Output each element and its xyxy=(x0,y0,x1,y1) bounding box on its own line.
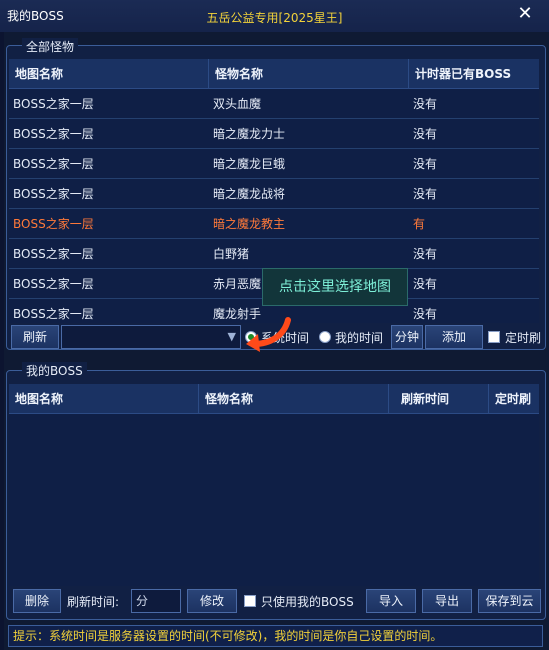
arrow-pointer-icon xyxy=(246,317,291,352)
minute-button[interactable]: 分钟 xyxy=(391,325,423,349)
table-cell-has: 没有 xyxy=(413,157,438,171)
my-time-label[interactable]: 我的时间 xyxy=(335,329,383,346)
timed-refresh-checkbox[interactable] xyxy=(488,331,500,343)
table-cell-monster: 白野猪 xyxy=(213,247,250,261)
table-cell-map: BOSS之家一层 xyxy=(13,97,94,111)
column-header-monster[interactable]: 怪物名称 xyxy=(209,59,409,89)
table-cell-map: BOSS之家一层 xyxy=(13,277,94,291)
only-mine-checkbox[interactable] xyxy=(244,595,256,607)
column-header-has-boss[interactable]: 计时器已有BOSS xyxy=(409,59,539,89)
refresh-button[interactable]: 刷新 xyxy=(11,325,59,349)
table-row[interactable]: BOSS之家一层 暗之魔龙战将 没有 xyxy=(9,179,539,209)
table-cell-has: 没有 xyxy=(413,187,438,201)
refresh-time-label: 刷新时间: xyxy=(67,595,120,609)
table-row[interactable]: BOSS之家一层 双头血魔 没有 xyxy=(9,89,539,119)
title-bar: 我的BOSS 五岳公益专用[2025星王] ✕ xyxy=(0,0,549,32)
add-button[interactable]: 添加 xyxy=(425,325,483,349)
table-cell-monster: 双头血魔 xyxy=(213,97,262,111)
table-cell-map: BOSS之家一层 xyxy=(13,187,94,201)
delete-button[interactable]: 删除 xyxy=(13,589,61,613)
table-cell-has: 没有 xyxy=(413,97,438,111)
column-header-map[interactable]: 地图名称 xyxy=(9,384,199,414)
table-cell-has: 没有 xyxy=(413,307,438,321)
table-cell-map: BOSS之家一层 xyxy=(13,247,94,261)
status-hint: 提示：系统时间是服务器设置的时间(不可修改)，我的时间是你自己设置的时间。 xyxy=(8,625,543,647)
table-row[interactable]: BOSS之家一层 暗之魔龙巨蛾 没有 xyxy=(9,149,539,179)
column-header-map[interactable]: 地图名称 xyxy=(9,59,209,89)
column-header-refresh-time[interactable]: 刷新时间 xyxy=(389,384,489,414)
table-cell-has: 没有 xyxy=(413,277,438,291)
table-row[interactable]: BOSS之家一层 暗之魔龙教主 有 xyxy=(9,209,539,239)
table-cell-map: BOSS之家一层 xyxy=(13,217,94,231)
close-icon[interactable]: ✕ xyxy=(515,3,535,25)
table-header: 地图名称 怪物名称 刷新时间 定时刷 xyxy=(9,384,539,414)
chevron-down-icon: ▼ xyxy=(227,330,236,343)
all-monsters-legend: 全部怪物 xyxy=(22,38,79,55)
save-cloud-button[interactable]: 保存到云 xyxy=(478,589,541,613)
window-title: 五岳公益专用[2025星王] xyxy=(206,11,343,25)
table-header: 地图名称 怪物名称 计时器已有BOSS xyxy=(9,59,539,89)
export-button[interactable]: 导出 xyxy=(422,589,472,613)
map-select[interactable]: ▼ xyxy=(61,325,241,349)
table-row[interactable]: BOSS之家一层 暗之魔龙力士 没有 xyxy=(9,119,539,149)
table-cell-monster: 暗之魔龙巨蛾 xyxy=(213,157,286,171)
timed-refresh-label[interactable]: 定时刷 xyxy=(505,329,541,346)
table-cell-map: BOSS之家一层 xyxy=(13,307,94,321)
my-time-radio[interactable] xyxy=(319,331,331,343)
refresh-minutes-input[interactable]: 分 xyxy=(131,589,181,613)
column-header-timed-refresh[interactable]: 定时刷 xyxy=(489,384,539,414)
table-row[interactable]: BOSS之家一层 白野猪 没有 xyxy=(9,239,539,269)
table-cell-has: 有 xyxy=(413,217,426,231)
table-cell-has: 没有 xyxy=(413,127,438,141)
my-boss-legend: 我的BOSS xyxy=(22,362,87,379)
table-cell-monster: 暗之魔龙教主 xyxy=(213,217,286,231)
modify-button[interactable]: 修改 xyxy=(187,589,237,613)
my-boss-table: 地图名称 怪物名称 刷新时间 定时刷 xyxy=(9,384,539,586)
table-cell-has: 没有 xyxy=(413,247,438,261)
map-select-tooltip: 点击这里选择地图 xyxy=(262,268,408,306)
table-cell-monster: 暗之魔龙战将 xyxy=(213,187,286,201)
column-header-monster[interactable]: 怪物名称 xyxy=(199,384,389,414)
table-cell-monster: 暗之魔龙力士 xyxy=(213,127,286,141)
table-cell-map: BOSS之家一层 xyxy=(13,127,94,141)
only-mine-label[interactable]: 只使用我的BOSS xyxy=(261,593,354,610)
left-edge-strip xyxy=(0,0,4,650)
import-button[interactable]: 导入 xyxy=(366,589,416,613)
table-cell-map: BOSS之家一层 xyxy=(13,157,94,171)
